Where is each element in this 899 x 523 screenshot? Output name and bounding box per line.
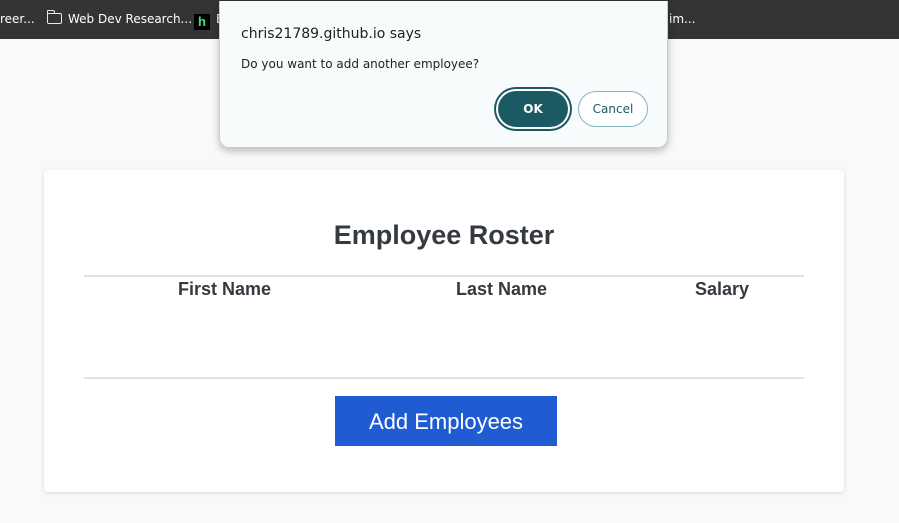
alert-dialog: chris21789.github.io says Do you want to… bbox=[219, 1, 668, 148]
cancel-button[interactable]: Cancel bbox=[578, 91, 648, 127]
column-header-last-name: Last Name bbox=[456, 279, 548, 299]
bookmark-item[interactable]: reer... bbox=[0, 11, 35, 29]
ok-button[interactable]: OK bbox=[498, 91, 568, 127]
h-icon: h bbox=[194, 14, 210, 30]
employee-roster-card: Employee Roster First Name Last Name Sal… bbox=[44, 170, 844, 492]
bookmark-label: im... bbox=[669, 12, 696, 26]
add-employees-button[interactable]: Add Employees bbox=[335, 396, 557, 446]
page-title: Employee Roster bbox=[333, 220, 555, 250]
bookmark-item[interactable]: im... bbox=[669, 11, 695, 29]
dialog-title: chris21789.github.io says bbox=[241, 26, 422, 42]
table-top-divider bbox=[84, 275, 804, 277]
bookmark-label: reer... bbox=[0, 12, 35, 26]
bookmark-label: Web Dev Research... bbox=[68, 12, 193, 26]
column-header-first-name: First Name bbox=[178, 279, 272, 299]
table-bottom-divider bbox=[84, 377, 804, 379]
folder-icon bbox=[46, 10, 62, 24]
bookmark-folder-web-dev-research[interactable]: Web Dev Research... bbox=[46, 10, 193, 29]
column-header-salary: Salary bbox=[695, 279, 750, 299]
dialog-message: Do you want to add another employee? bbox=[241, 57, 480, 71]
